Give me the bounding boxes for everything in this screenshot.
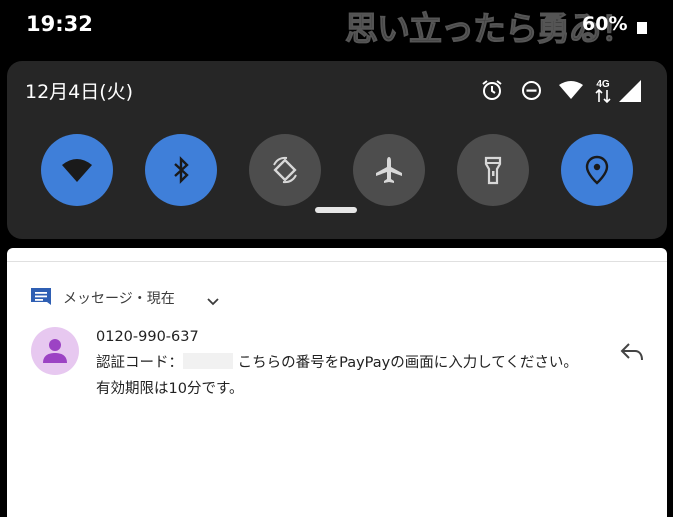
redacted-code: [183, 353, 233, 369]
location-tile[interactable]: [561, 134, 633, 206]
message-notification[interactable]: メッセージ・現在 0120-990-637 認証コード： こちらの番号をPayP…: [7, 248, 667, 517]
wifi-tile[interactable]: [41, 134, 113, 206]
message-body: 認証コード： こちらの番号をPayPayの画面に入力してください。有効期限は10…: [96, 350, 586, 402]
auto-rotate-icon: [273, 156, 297, 184]
cell-signal-icon: [619, 80, 641, 106]
panel-gap: [0, 239, 673, 248]
divider: [7, 261, 667, 262]
do-not-disturb-icon: [521, 80, 542, 105]
auto-rotate-tile[interactable]: [249, 134, 321, 206]
sender-number: 0120-990-637: [96, 329, 199, 345]
network-label: 4G: [596, 79, 610, 90]
bluetooth-icon: [174, 156, 189, 184]
alarm-icon: [481, 79, 503, 105]
airplane-mode-tile[interactable]: [353, 134, 425, 206]
bluetooth-tile[interactable]: [145, 134, 217, 206]
message-prefix: 認証コード：: [96, 355, 183, 371]
wifi-icon: [62, 159, 92, 182]
battery-percentage: 60%: [582, 13, 628, 35]
quick-tiles: [7, 134, 667, 206]
reply-icon[interactable]: [619, 342, 645, 366]
wifi-signal-icon: [559, 81, 583, 103]
messages-app-icon: [31, 288, 51, 305]
flashlight-icon: [484, 156, 502, 185]
battery-icon: [637, 22, 647, 34]
status-time: 19:32: [26, 12, 93, 36]
expand-handle[interactable]: [315, 207, 357, 213]
4g-icon: 4G: [593, 77, 613, 107]
app-name-time: メッセージ・現在: [63, 291, 175, 307]
flashlight-tile[interactable]: [457, 134, 529, 206]
person-icon: [43, 339, 67, 363]
status-bar: 19:32 思い立ったら勇ゐ！ 60%: [0, 0, 673, 56]
location-pin-icon: [585, 155, 609, 185]
quick-settings-panel: 12月4日(火) 4G: [7, 61, 667, 239]
airplane-icon: [376, 157, 402, 183]
chevron-down-icon[interactable]: [207, 291, 219, 310]
date-label[interactable]: 12月4日(火): [25, 77, 133, 104]
avatar: [31, 327, 79, 375]
